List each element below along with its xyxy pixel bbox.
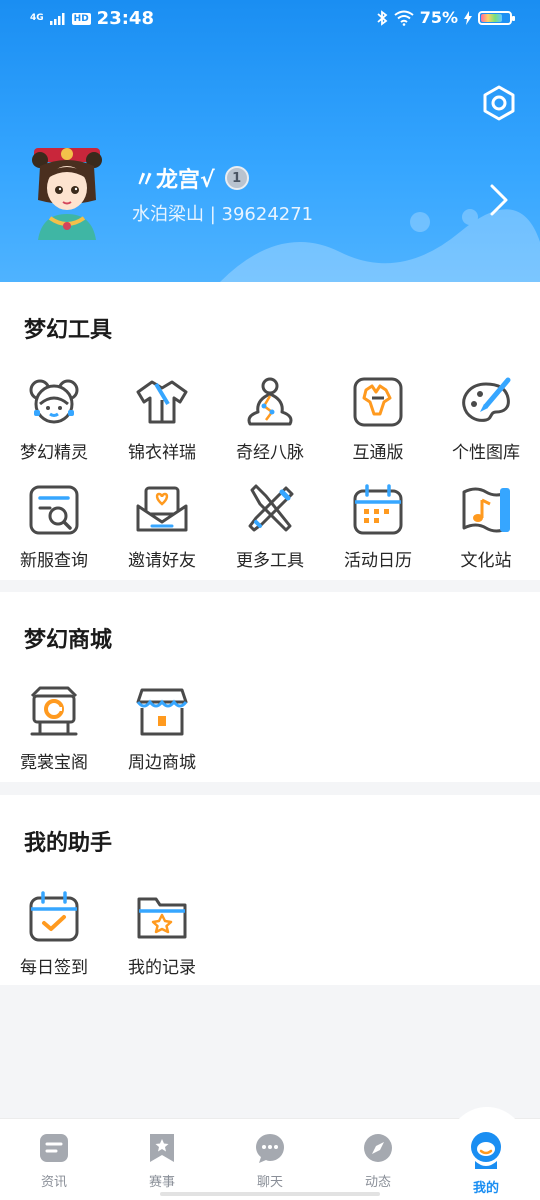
profile-header: 4G HD 23:48 75% 〃龙宫√ 1 水泊梁山 | 39624271 — [0, 0, 540, 282]
bottom-navigation: 资讯 赛事 聊天 动态 我的 — [0, 1107, 540, 1200]
bookmark-star-icon — [150, 1134, 174, 1162]
meridian-icon — [247, 377, 293, 426]
tab-news[interactable]: 资讯 — [0, 1131, 108, 1190]
assistant-section: 我的助手 每日签到 我的记录 — [0, 795, 540, 985]
tool-item-gallery[interactable]: 个性图库 — [432, 374, 540, 463]
battery-icon — [478, 10, 515, 25]
battery-percent: 75% — [419, 8, 458, 27]
tool-item-more-tools[interactable]: 更多工具 — [216, 482, 324, 571]
robe-icon — [136, 380, 188, 424]
user-name-row[interactable]: 〃龙宫√ 1 — [134, 162, 249, 194]
status-time: 23:48 — [96, 8, 154, 29]
tool-label: 霓裳宝阁 — [20, 753, 88, 773]
hd-badge: HD — [71, 12, 91, 25]
tool-item-records[interactable]: 我的记录 — [108, 889, 216, 978]
compass-icon — [364, 1134, 392, 1162]
tool-item-costume[interactable]: 锦衣祥瑞 — [108, 374, 216, 463]
invite-envelope-icon — [136, 486, 188, 532]
user-avatar[interactable] — [26, 144, 108, 240]
tool-label: 个性图库 — [452, 443, 520, 463]
network-indicator: 4G — [30, 13, 44, 23]
bluetooth-icon — [377, 9, 388, 26]
music-scroll-icon — [462, 487, 510, 533]
tools-icon — [248, 484, 294, 532]
tool-item-checkin[interactable]: 每日签到 — [0, 889, 108, 978]
level-badge: 1 — [224, 166, 249, 190]
tab-events[interactable]: 赛事 — [108, 1131, 216, 1190]
tool-item-spirit[interactable]: 梦幻精灵 — [0, 374, 108, 463]
tool-label: 活动日历 — [344, 551, 412, 571]
tool-item-meridian[interactable]: 奇经八脉 — [216, 374, 324, 463]
settings-hex-icon[interactable] — [480, 84, 518, 122]
tool-label: 锦衣祥瑞 — [128, 443, 196, 463]
tab-label: 资讯 — [40, 1175, 67, 1190]
tool-label: 奇经八脉 — [236, 443, 304, 463]
tool-item-invite[interactable]: 邀请好友 — [108, 482, 216, 571]
section-title-tools: 梦幻工具 — [24, 318, 113, 343]
palette-icon — [462, 377, 511, 422]
user-name: 〃龙宫√ — [134, 168, 215, 193]
tab-label: 赛事 — [148, 1175, 175, 1190]
tab-chat[interactable]: 聊天 — [216, 1131, 324, 1190]
tab-label: 动态 — [364, 1175, 391, 1190]
tool-item-new-server[interactable]: 新服查询 — [0, 482, 108, 571]
status-bar: 4G HD 23:48 75% — [0, 8, 540, 36]
me-character-icon — [471, 1132, 501, 1169]
tool-label: 梦幻精灵 — [20, 443, 88, 463]
tab-label: 聊天 — [256, 1175, 283, 1190]
tool-label: 周边商城 — [128, 753, 196, 773]
charging-icon — [464, 10, 472, 25]
tool-label: 邀请好友 — [128, 551, 196, 571]
tool-item-calendar[interactable]: 活动日历 — [324, 482, 432, 571]
tab-me[interactable]: 我的 — [432, 1131, 540, 1196]
tool-label: 新服查询 — [20, 551, 88, 571]
tool-label: 更多工具 — [236, 551, 304, 571]
tools-section: 梦幻工具 梦幻精灵 锦衣祥瑞 奇经八脉 互通版 个性图库 新服查询 邀请好友 更… — [0, 282, 540, 580]
tool-item-merch-shop[interactable]: 周边商城 — [108, 684, 216, 773]
tool-label: 互通版 — [352, 443, 404, 463]
news-icon — [40, 1134, 68, 1162]
star-folder-icon — [137, 897, 187, 939]
spirit-icon — [29, 379, 79, 424]
tool-label: 我的记录 — [128, 958, 196, 978]
chat-bubble-icon — [256, 1134, 284, 1163]
wifi-icon — [394, 10, 414, 26]
search-document-icon — [29, 485, 79, 535]
tool-label: 文化站 — [460, 551, 512, 571]
user-server-id: 水泊梁山 | 39624271 — [132, 204, 314, 225]
tab-label: 我的 — [472, 1181, 499, 1196]
tab-feed[interactable]: 动态 — [324, 1131, 432, 1190]
signal-icon — [49, 12, 65, 25]
tool-item-culture[interactable]: 文化站 — [432, 482, 540, 571]
store-icon — [136, 688, 188, 736]
mall-section: 梦幻商城 霓裳宝阁 周边商城 — [0, 592, 540, 782]
tool-item-costume-shop[interactable]: 霓裳宝阁 — [0, 684, 108, 773]
home-indicator — [160, 1192, 380, 1196]
section-title-assistant: 我的助手 — [24, 831, 113, 856]
tool-item-crossplay[interactable]: 互通版 — [324, 374, 432, 463]
calendar-icon — [353, 484, 403, 535]
tool-label: 每日签到 — [20, 958, 88, 978]
crossplay-icon — [353, 377, 403, 427]
chevron-right-icon[interactable] — [484, 180, 514, 220]
checkin-calendar-icon — [29, 891, 79, 942]
section-title-mall: 梦幻商城 — [24, 628, 113, 653]
treasure-pavilion-icon — [30, 686, 78, 736]
